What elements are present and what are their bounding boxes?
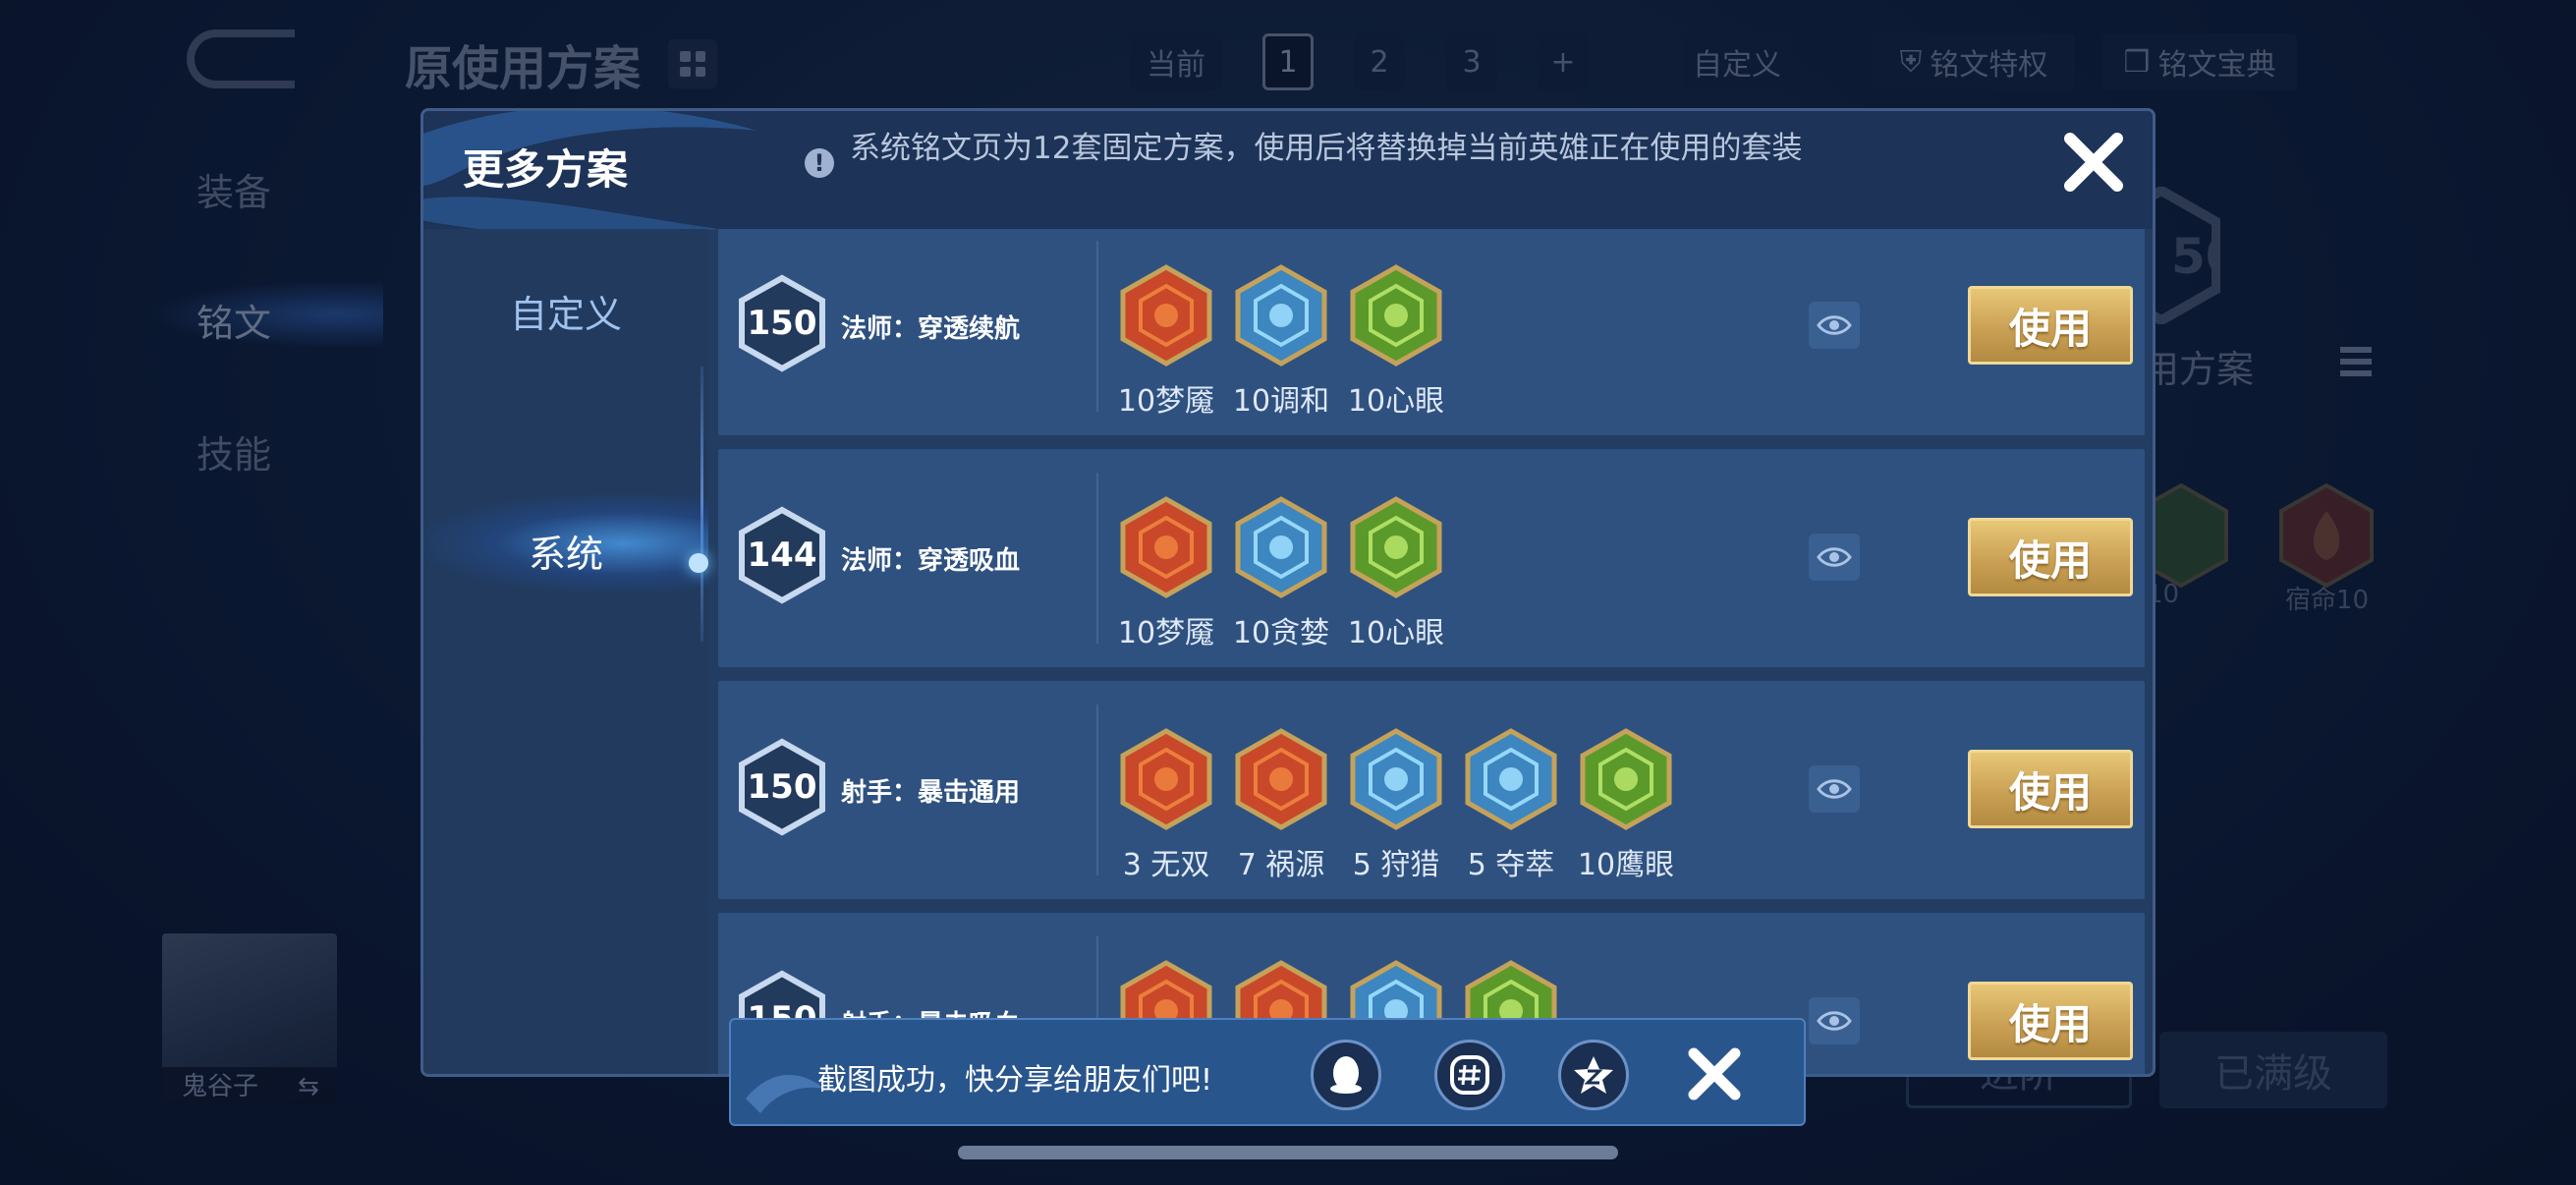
rune-green-icon[interactable]: [1579, 728, 1673, 830]
modal-header: 更多方案 ! 系统铭文页为12套固定方案，使用后将替换掉当前英雄正在使用的套装: [423, 111, 2153, 235]
more-schemes-modal: 更多方案 ! 系统铭文页为12套固定方案，使用后将替换掉当前英雄正在使用的套装 …: [420, 108, 2156, 1077]
level-badge: 150: [738, 738, 826, 836]
use-button[interactable]: 使用: [1968, 982, 2133, 1060]
close-icon[interactable]: [2056, 125, 2131, 199]
preview-eye-icon[interactable]: [1809, 302, 1860, 349]
rune-blue-icon[interactable]: [1234, 496, 1328, 598]
qzone-icon[interactable]: [1558, 1040, 1629, 1110]
rune-label: 5 狩猎: [1352, 848, 1440, 882]
share-toast: 截图成功，快分享给朋友们吧!: [729, 1018, 1806, 1126]
row-divider: [1096, 705, 1098, 875]
modal-title: 更多方案: [463, 145, 629, 194]
rune-blue-icon[interactable]: [1349, 728, 1443, 830]
tab-custom[interactable]: 自定义: [423, 284, 708, 338]
scheme-row: 150 法师：穿透续航 10梦魇 10调和 10心眼 使用: [718, 229, 2145, 435]
rune-label: 10梦魇: [1117, 384, 1215, 419]
level-value: 144: [747, 536, 817, 575]
use-button[interactable]: 使用: [1968, 518, 2133, 596]
level-value: 150: [747, 304, 817, 343]
modal-sidebar: 自定义 系统: [423, 229, 708, 1074]
preview-eye-icon[interactable]: [1809, 997, 1860, 1044]
rune-red-icon[interactable]: [1119, 264, 1213, 367]
scheme-name: 法师：穿透吸血: [841, 546, 1021, 576]
rune-blue-icon[interactable]: [1464, 728, 1558, 830]
rune-label: 3 无双: [1122, 848, 1210, 882]
rune-label: 10贪婪: [1232, 616, 1330, 650]
toast-text: 截图成功，快分享给朋友们吧!: [817, 1063, 1213, 1098]
scheme-name: 法师：穿透续航: [841, 314, 1021, 344]
level-badge: 150: [738, 274, 826, 372]
use-button[interactable]: 使用: [1968, 286, 2133, 365]
rune-label: 7 祸源: [1237, 848, 1325, 882]
preview-eye-icon[interactable]: [1809, 534, 1860, 581]
scheme-list[interactable]: 150 法师：穿透续航 10梦魇 10调和 10心眼 使用 144 法师：穿透吸血 10梦魇 10…: [718, 229, 2145, 1074]
scheme-row: 144 法师：穿透吸血 10梦魇 10贪婪 10心眼 使用: [718, 449, 2145, 667]
rune-label: 10心眼: [1347, 616, 1445, 650]
rune-green-icon[interactable]: [1349, 264, 1443, 367]
rune-red-icon[interactable]: [1119, 496, 1213, 598]
rune-green-icon[interactable]: [1349, 496, 1443, 598]
toast-close-icon[interactable]: [1682, 1042, 1747, 1106]
rune-label: 10心眼: [1347, 384, 1445, 419]
scheme-name: 射手：暴击通用: [841, 778, 1021, 808]
notice-text: 系统铭文页为12套固定方案，使用后将替换掉当前英雄正在使用的套装: [850, 131, 1803, 166]
level-value: 150: [747, 767, 817, 807]
home-indicator[interactable]: [958, 1146, 1618, 1159]
row-divider: [1096, 241, 1098, 412]
preview-eye-icon[interactable]: [1809, 765, 1860, 813]
qq-icon[interactable]: [1311, 1040, 1381, 1110]
rune-red-icon[interactable]: [1234, 728, 1328, 830]
rune-label: 10梦魇: [1117, 616, 1215, 650]
level-badge: 144: [738, 506, 826, 604]
use-button[interactable]: 使用: [1968, 750, 2133, 828]
rune-red-icon[interactable]: [1119, 728, 1213, 830]
row-divider: [1096, 473, 1098, 644]
rune-label: 5 夺萃: [1467, 848, 1555, 882]
rune-label: 10调和: [1232, 384, 1330, 419]
tab-system[interactable]: 系统: [423, 524, 708, 578]
toast-swirl-decoration: [746, 1075, 824, 1113]
hashtag-icon[interactable]: [1434, 1040, 1505, 1110]
rune-blue-icon[interactable]: [1234, 264, 1328, 367]
info-icon: !: [805, 148, 834, 178]
rune-label: 10鹰眼: [1577, 848, 1675, 882]
scheme-row: 150 射手：暴击通用 3 无双 7 祸源 5 狩猎 5 夺萃 10鹰眼 使用: [718, 681, 2145, 899]
